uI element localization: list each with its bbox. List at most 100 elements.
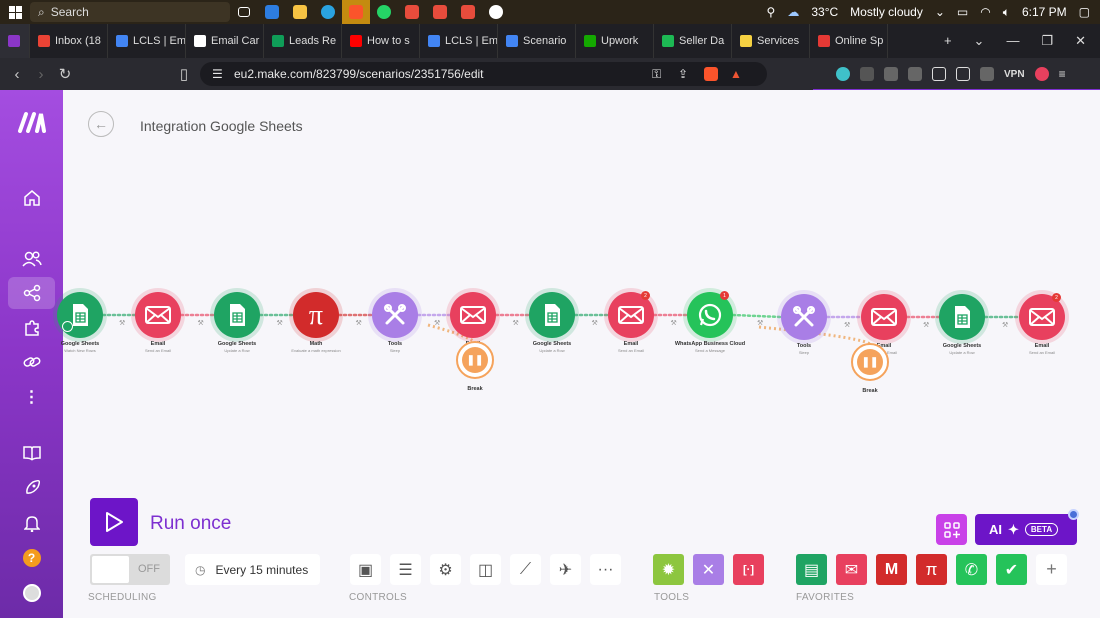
tool-flow-control[interactable]: ✹ [653,554,684,585]
maximize-icon[interactable]: ❐ [1041,33,1053,49]
user-avatar[interactable] [8,577,55,609]
tool-tools[interactable]: ✕ [693,554,724,585]
browser-tab[interactable]: Inbox (18 [30,24,108,58]
wrench-icon[interactable]: ⚒ [671,319,677,327]
chevron-up-icon[interactable]: ⌄ [935,5,945,19]
notifications-bell-icon[interactable] [8,507,55,539]
schedule-setting[interactable]: ◷ Every 15 minutes [185,554,320,585]
fav-gmail[interactable]: M [876,554,907,585]
brave-shields-icon[interactable] [704,67,718,81]
magic-wand-button[interactable]: ⟋ [510,554,541,585]
windows-start-icon[interactable] [0,0,30,24]
sidebar-toggle-icon[interactable] [932,67,946,81]
url-bar[interactable]: ☰ eu2.make.com/823799/scenarios/2351756/… [200,62,767,86]
people-icon[interactable]: ⚲ [767,5,776,19]
add-favorite-button[interactable]: + [1036,554,1067,585]
flow-control-button[interactable]: ✈ [550,554,581,585]
browser-tab[interactable]: Online Sp [810,24,888,58]
team-icon[interactable] [8,243,55,275]
brave-profile-3-icon[interactable] [454,0,482,24]
bookmark-icon[interactable]: ▯ [172,65,196,83]
task-view-icon[interactable] [230,0,258,24]
wrench-icon[interactable]: ⚒ [119,319,125,327]
telegram-icon[interactable] [314,0,342,24]
tool-text-parser[interactable]: [·] [733,554,764,585]
fav-whatsapp[interactable]: ✆ [956,554,987,585]
more-vertical-icon[interactable]: ⋮ [8,381,55,413]
wrench-icon[interactable]: ⚒ [198,319,204,327]
notification-icon[interactable]: ▢ [1079,5,1090,19]
make-logo[interactable] [8,106,55,138]
back-arrow-icon[interactable]: ‹ [5,66,29,83]
run-once-label[interactable]: Run once [150,513,231,535]
brave-icon[interactable] [342,0,370,24]
help-icon[interactable]: ? [8,542,55,574]
whatsapp-taskbar-icon[interactable] [370,0,398,24]
music-icon[interactable] [908,67,922,81]
notes-button[interactable]: ◫ [470,554,501,585]
key-icon[interactable]: ⚿ [652,67,661,82]
fav-email[interactable]: ✉ [836,554,867,585]
scenario-module[interactable] [372,292,418,338]
fav-google-sheets[interactable]: ▤ [796,554,827,585]
save-button[interactable]: ▣ [350,554,381,585]
autoalign-button[interactable]: ☰ [390,554,421,585]
wrench-icon[interactable]: ⚒ [513,319,519,327]
scenario-module[interactable] [450,292,496,338]
scenario-module[interactable] [135,292,181,338]
wrench-icon[interactable]: ⚒ [1002,321,1008,329]
more-options-button[interactable]: ··· [590,554,621,585]
menu-icon[interactable]: ≡ [1059,67,1066,81]
profile-k-icon[interactable] [1034,67,1049,81]
wrench-icon[interactable]: ⚒ [592,319,598,327]
wallet-extension-icon[interactable] [860,67,874,81]
scenario-module[interactable] [214,292,260,338]
forward-arrow-icon[interactable]: › [29,66,53,83]
browser-tab[interactable] [0,24,30,58]
store-icon[interactable] [258,0,286,24]
leo-ai-icon[interactable] [980,67,994,81]
puzzle-extension-icon[interactable] [884,67,898,81]
break-module[interactable]: ❚❚ [851,343,889,381]
reload-icon[interactable]: ↻ [53,65,77,83]
scheduling-toggle[interactable]: OFF [90,554,170,585]
browser-tab[interactable]: Upwork [576,24,654,58]
new-tab-icon[interactable]: + [944,33,952,49]
browser-tab[interactable]: Services [732,24,810,58]
run-once-button[interactable] [90,498,138,546]
browser-tab[interactable]: How to s [342,24,420,58]
clock-time[interactable]: 6:17 PM [1022,5,1067,19]
browser-tab[interactable]: Seller Da [654,24,732,58]
scenario-module[interactable] [861,294,907,340]
close-window-icon[interactable]: ✕ [1075,33,1086,49]
vpn-badge[interactable]: VPN [1004,69,1025,80]
browser-tab[interactable]: Scenario [498,24,576,58]
file-explorer-icon[interactable] [286,0,314,24]
tab-search-chevron-icon[interactable]: ⌄ [974,33,985,49]
scenarios-icon[interactable] [8,277,55,309]
ai-assistant-button[interactable]: AI ✦ BETA [975,514,1077,545]
wallet-icon[interactable] [956,67,970,81]
site-settings-icon[interactable]: ☰ [212,67,223,81]
wrench-icon[interactable]: ⚒ [277,319,283,327]
break-module[interactable]: ❚❚ [456,341,494,379]
wrench-icon[interactable]: ⚒ [923,321,929,329]
module-connector[interactable] [731,313,783,319]
browser-tab[interactable]: LCLS | Em [420,24,498,58]
browser-tab[interactable]: LCLS | Em [108,24,186,58]
fav-whatsapp-business[interactable]: ✔ [996,554,1027,585]
brave-profile-2-icon[interactable] [426,0,454,24]
minimize-icon[interactable]: — [1006,33,1019,49]
wrench-icon[interactable]: ⚒ [356,319,362,327]
brave-rewards-icon[interactable]: ▲ [730,67,742,81]
heart-extension-icon[interactable] [836,67,850,81]
taskbar-search[interactable]: ⌕ Search [30,2,230,22]
rocket-icon[interactable] [8,472,55,504]
home-icon[interactable] [8,182,55,214]
scenario-module[interactable]: π [293,292,339,338]
scenario-module[interactable] [529,292,575,338]
docs-book-icon[interactable] [8,437,55,469]
ai-apps-button[interactable] [936,514,967,545]
browser-tab[interactable]: Email Car [186,24,264,58]
fav-math[interactable]: π [916,554,947,585]
